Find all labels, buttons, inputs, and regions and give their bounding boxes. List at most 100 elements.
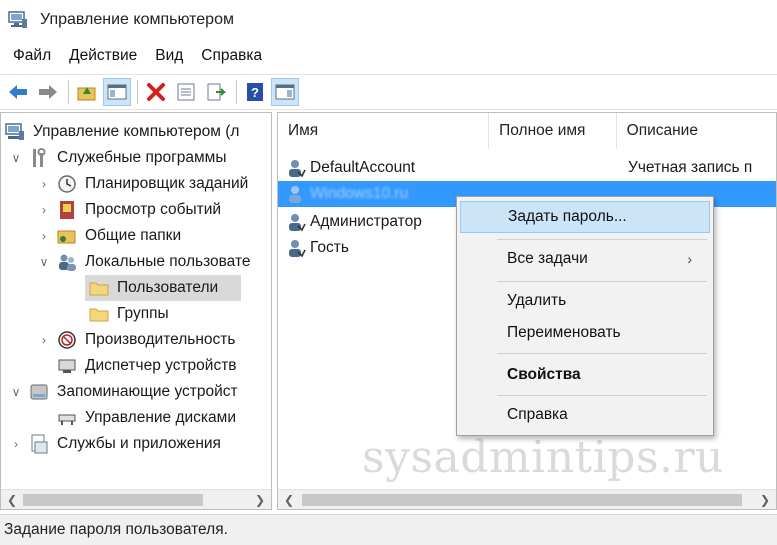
menu-help[interactable]: Справка xyxy=(192,47,271,65)
properties-icon xyxy=(177,83,195,101)
forward-button[interactable] xyxy=(34,78,62,106)
context-menu: Задать пароль... Все задачи › Удалить Пе… xyxy=(456,196,714,436)
scroll-thumb[interactable] xyxy=(23,494,203,506)
back-button[interactable] xyxy=(4,78,32,106)
menu-help[interactable]: Справка xyxy=(460,399,710,431)
list-row-default-account[interactable]: DefaultAccount Учетная запись п xyxy=(278,155,776,181)
up-level-button[interactable] xyxy=(73,78,101,106)
forward-arrow-icon xyxy=(39,85,57,99)
tools-icon xyxy=(29,148,49,168)
console-tree[interactable]: Управление компьютером (л ∨ Служебные пр… xyxy=(0,112,272,510)
computer-management-icon xyxy=(8,11,27,28)
tree-item-shared-folders[interactable]: › Общие папки xyxy=(37,223,181,249)
toolbar-separator xyxy=(137,80,138,104)
user-name: DefaultAccount xyxy=(310,159,416,176)
tree-item-label: Просмотр событий xyxy=(85,201,222,218)
menu-file[interactable]: Файл xyxy=(4,47,60,65)
services-icon xyxy=(29,434,49,454)
chevron-right-icon[interactable]: › xyxy=(37,333,51,347)
menu-rename[interactable]: Переименовать xyxy=(460,317,710,349)
toolbar-separator xyxy=(68,80,69,104)
chevron-down-icon[interactable]: ∨ xyxy=(37,255,51,269)
chevron-right-icon[interactable]: › xyxy=(9,437,23,451)
title-bar: Управление компьютером xyxy=(0,0,777,40)
tree-item-services-apps[interactable]: › Службы и приложения xyxy=(9,431,221,457)
tree-item-performance[interactable]: › Производительность xyxy=(37,327,235,353)
delete-button[interactable] xyxy=(142,78,170,106)
chevron-right-icon[interactable]: › xyxy=(37,177,51,191)
tree-item-storage[interactable]: ∨ Запоминающие устройст xyxy=(9,379,238,405)
tree-item-groups[interactable]: Группы xyxy=(89,301,169,327)
user-icon xyxy=(289,160,306,178)
chevron-right-icon[interactable]: › xyxy=(37,229,51,243)
tree-item-label: Производительность xyxy=(85,331,236,348)
submenu-arrow-icon: › xyxy=(687,251,692,267)
menu-delete[interactable]: Удалить xyxy=(460,285,710,317)
scroll-right-icon[interactable]: ❯ xyxy=(758,493,772,507)
shared-folder-icon xyxy=(57,226,77,246)
menu-separator xyxy=(497,281,707,282)
tree-item-task-scheduler[interactable]: › Планировщик заданий xyxy=(37,171,248,197)
users-icon xyxy=(57,252,77,272)
status-text: Задание пароля пользователя. xyxy=(4,521,228,538)
scroll-left-icon[interactable]: ❮ xyxy=(282,493,296,507)
tree-item-local-users[interactable]: ∨ Локальные пользовате xyxy=(37,249,251,275)
window-title: Управление компьютером xyxy=(40,11,234,28)
tree-item-device-manager[interactable]: Диспетчер устройств xyxy=(57,353,237,379)
tree-item-label: Управление компьютером (л xyxy=(33,123,240,140)
tree-item-label: Общие папки xyxy=(85,227,182,244)
disk-management-icon xyxy=(57,408,77,428)
folder-icon xyxy=(89,278,109,298)
scroll-left-icon[interactable]: ❮ xyxy=(5,493,19,507)
menu-set-password[interactable]: Задать пароль... xyxy=(460,201,710,233)
user-name: Администратор xyxy=(310,213,422,230)
up-folder-icon xyxy=(77,87,96,101)
menu-separator xyxy=(497,353,707,354)
menu-separator xyxy=(497,395,707,396)
user-full-name xyxy=(490,155,618,181)
list-horizontal-scrollbar[interactable]: ❮ ❯ xyxy=(278,489,776,509)
chevron-down-icon[interactable]: ∨ xyxy=(9,385,23,399)
tree-item-disk-management[interactable]: Управление дисками xyxy=(57,405,236,431)
user-icon xyxy=(289,186,301,203)
column-name[interactable]: Имя xyxy=(278,113,490,149)
tree-item-label: Пользователи xyxy=(117,279,219,296)
menu-view[interactable]: Вид xyxy=(146,47,192,65)
export-list-button[interactable] xyxy=(202,78,230,106)
menu-bar: Файл Действие Вид Справка xyxy=(0,42,271,70)
help-icon: ? xyxy=(247,83,263,101)
toolbar: ? xyxy=(0,74,777,110)
column-description[interactable]: Описание xyxy=(617,113,776,149)
properties-button[interactable] xyxy=(172,78,200,106)
folder-icon xyxy=(89,304,109,324)
help-button[interactable]: ? xyxy=(241,78,269,106)
menu-all-tasks[interactable]: Все задачи › xyxy=(460,243,710,275)
chevron-down-icon[interactable]: ∨ xyxy=(9,151,23,165)
column-header: Имя Полное имя Описание xyxy=(278,113,776,149)
menu-properties[interactable]: Свойства xyxy=(460,359,710,391)
delete-icon xyxy=(147,83,165,101)
show-action-pane-icon xyxy=(275,84,295,100)
tree-item-users[interactable]: Пользователи xyxy=(85,275,241,301)
tree-item-label: Управление дисками xyxy=(85,409,236,426)
tree-horizontal-scrollbar[interactable]: ❮ ❯ xyxy=(1,489,271,509)
tree-item-computer-management[interactable]: Управление компьютером (л xyxy=(5,119,239,145)
tree-item-label: Диспетчер устройств xyxy=(85,357,237,374)
tree-item-label: Службы и приложения xyxy=(57,435,221,452)
back-arrow-icon xyxy=(9,85,27,99)
tree-item-event-viewer[interactable]: › Просмотр событий xyxy=(37,197,221,223)
user-description: Учетная запись п xyxy=(628,159,753,176)
scroll-thumb[interactable] xyxy=(302,494,742,506)
tree-item-system-tools[interactable]: ∨ Служебные программы xyxy=(9,145,226,171)
menu-action[interactable]: Действие xyxy=(60,47,146,65)
show-tree-icon xyxy=(107,84,127,100)
performance-icon xyxy=(57,330,77,350)
chevron-right-icon[interactable]: › xyxy=(37,203,51,217)
menu-all-tasks-label: Все задачи xyxy=(507,250,588,267)
user-icon xyxy=(289,240,306,258)
svg-text:?: ? xyxy=(251,85,259,100)
show-tree-button[interactable] xyxy=(103,78,131,106)
scroll-right-icon[interactable]: ❯ xyxy=(253,493,267,507)
column-full-name[interactable]: Полное имя xyxy=(489,113,617,149)
show-action-pane-button[interactable] xyxy=(271,78,299,106)
